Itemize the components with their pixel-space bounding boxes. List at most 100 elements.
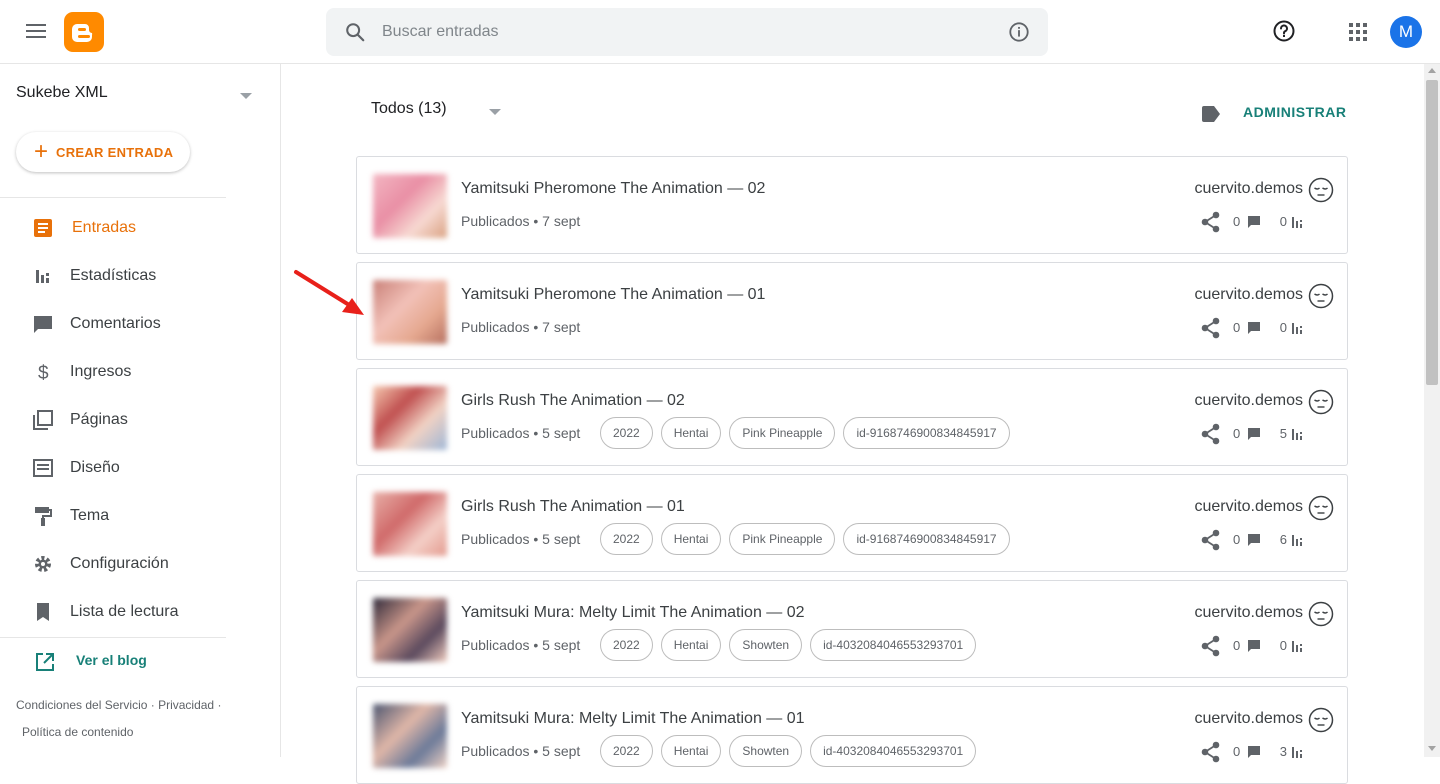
label-chip[interactable]: Hentai	[660, 735, 722, 767]
share-icon[interactable]	[1201, 423, 1221, 445]
comment-count: 0	[1233, 426, 1241, 441]
divider	[0, 197, 226, 198]
post-row[interactable]: Yamitsuki Mura: Melty Limit The Animatio…	[356, 580, 1348, 678]
comment-icon	[34, 316, 52, 333]
label-chip[interactable]: Pink Pineapple	[729, 523, 836, 555]
sidebar-item-label: Diseño	[70, 459, 120, 476]
sidebar-item-label: Páginas	[70, 411, 128, 428]
label-chip[interactable]: id-4032084046553293701	[810, 735, 977, 767]
label-chip[interactable]: Pink Pineapple	[729, 417, 836, 449]
help-icon[interactable]	[1272, 19, 1296, 43]
sidebar-item-label: Ingresos	[70, 363, 132, 380]
label-chip[interactable]: id-4032084046553293701	[810, 629, 977, 661]
scroll-down-arrow-icon[interactable]	[1428, 746, 1436, 751]
filter-label: Todos (13)	[371, 100, 447, 117]
search-bar	[326, 8, 1048, 56]
post-title[interactable]: Yamitsuki Mura: Melty Limit The Animatio…	[461, 710, 805, 728]
sidebar-item-lista-de-lectura[interactable]: Lista de lectura	[0, 588, 226, 636]
blogger-logo[interactable]	[64, 12, 104, 52]
label-chip[interactable]: id-9168746900834845917	[843, 417, 1010, 449]
label-chip[interactable]: 2022	[600, 417, 653, 449]
sidebar-item-configuracion[interactable]: Configuración	[0, 540, 226, 588]
share-icon[interactable]	[1201, 211, 1221, 233]
author-avatar-icon	[1308, 389, 1334, 415]
search-input[interactable]	[382, 8, 982, 56]
red-arrow-annotation	[294, 270, 364, 315]
post-author: cuervito.demos	[1194, 180, 1304, 197]
view-blog-link[interactable]: Ver el blog	[0, 642, 226, 682]
label-chip[interactable]: Hentai	[660, 523, 722, 555]
post-thumbnail	[373, 386, 447, 450]
share-icon[interactable]	[1201, 741, 1221, 763]
sidebar-item-estadisticas[interactable]: Estadísticas	[0, 252, 226, 300]
post-row[interactable]: Girls Rush The Animation — 01 Publicados…	[356, 474, 1348, 572]
post-title[interactable]: Yamitsuki Mura: Melty Limit The Animatio…	[461, 604, 805, 622]
hamburger-menu-icon[interactable]	[24, 20, 48, 44]
post-thumbnail	[373, 280, 447, 344]
sidebar-item-label: Lista de lectura	[70, 603, 179, 620]
content-policy-link[interactable]: Política de contenido	[22, 725, 133, 739]
sidebar-item-diseno[interactable]: Diseño	[0, 444, 226, 492]
share-icon[interactable]	[1201, 529, 1221, 551]
pages-icon	[33, 410, 53, 430]
divider	[0, 637, 226, 638]
sidebar-item-ingresos[interactable]: $ Ingresos	[0, 348, 226, 396]
post-row[interactable]: Yamitsuki Pheromone The Animation — 01 P…	[356, 262, 1348, 360]
sidebar-item-comentarios[interactable]: Comentarios	[0, 300, 226, 348]
share-icon[interactable]	[1201, 635, 1221, 657]
post-row[interactable]: Yamitsuki Pheromone The Animation — 02 P…	[356, 156, 1348, 254]
post-thumbnail	[373, 492, 447, 556]
sidebar-item-label: Estadísticas	[70, 267, 157, 284]
scroll-up-arrow-icon[interactable]	[1428, 68, 1436, 73]
label-chip[interactable]: Showten	[729, 735, 803, 767]
post-stats: 0 5	[1201, 423, 1331, 445]
create-post-button[interactable]: + CREAR ENTRADA	[16, 132, 190, 172]
post-stats: 0 3	[1201, 741, 1331, 763]
label-chip[interactable]: id-9168746900834845917	[843, 523, 1010, 555]
manage-labels-button[interactable]: ADMINISTRAR	[1243, 104, 1347, 120]
post-stats: 0 0	[1201, 211, 1331, 233]
post-stats: 0 6	[1201, 529, 1331, 551]
post-title[interactable]: Girls Rush The Animation — 02	[461, 392, 685, 410]
search-icon[interactable]	[344, 21, 366, 43]
create-post-label: CREAR ENTRADA	[56, 144, 174, 160]
layout-icon	[33, 459, 53, 477]
label-icon[interactable]	[1201, 106, 1221, 122]
post-author: cuervito.demos	[1194, 604, 1304, 621]
post-title[interactable]: Yamitsuki Pheromone The Animation — 02	[461, 180, 765, 198]
stats-icon	[1292, 429, 1302, 440]
apps-grid-icon[interactable]	[1347, 21, 1369, 43]
label-chip[interactable]: Hentai	[660, 417, 722, 449]
terms-link[interactable]: Condiciones del Servicio	[16, 698, 147, 712]
label-chip[interactable]: 2022	[600, 523, 653, 555]
privacy-link[interactable]: Privacidad	[158, 698, 214, 712]
scrollbar-thumb[interactable]	[1426, 80, 1438, 385]
comment-icon	[1248, 428, 1260, 440]
view-count: 5	[1279, 426, 1287, 441]
avatar[interactable]: M	[1390, 16, 1422, 48]
post-filter-dropdown[interactable]: Todos (13)	[371, 100, 511, 124]
post-title[interactable]: Yamitsuki Pheromone The Animation — 01	[461, 286, 765, 304]
post-title[interactable]: Girls Rush The Animation — 01	[461, 498, 685, 516]
post-row[interactable]: Girls Rush The Animation — 02 Publicados…	[356, 368, 1348, 466]
blog-selector[interactable]: Sukebe XML	[16, 84, 256, 108]
sidebar-item-tema[interactable]: Tema	[0, 492, 226, 540]
label-chip[interactable]: 2022	[600, 735, 653, 767]
author-avatar-icon	[1308, 177, 1334, 203]
sidebar-item-paginas[interactable]: Páginas	[0, 396, 226, 444]
stats-icon	[1292, 535, 1302, 546]
post-row[interactable]: Yamitsuki Mura: Melty Limit The Animatio…	[356, 686, 1348, 784]
stats-icon	[1292, 217, 1302, 228]
share-icon[interactable]	[1201, 317, 1221, 339]
sidebar-item-label: Tema	[70, 507, 110, 524]
post-status: Publicados • 5 sept	[461, 637, 581, 653]
post-thumbnail	[373, 704, 447, 768]
post-status: Publicados • 7 sept	[461, 319, 581, 335]
label-chip[interactable]: 2022	[600, 629, 653, 661]
label-chip[interactable]: Hentai	[660, 629, 722, 661]
post-labels: 2022 Hentai Showten id-4032084046553293701	[600, 735, 984, 767]
post-thumbnail	[373, 174, 447, 238]
sidebar-item-entradas[interactable]: Entradas	[0, 204, 226, 252]
info-icon[interactable]	[1008, 21, 1030, 43]
label-chip[interactable]: Showten	[729, 629, 803, 661]
